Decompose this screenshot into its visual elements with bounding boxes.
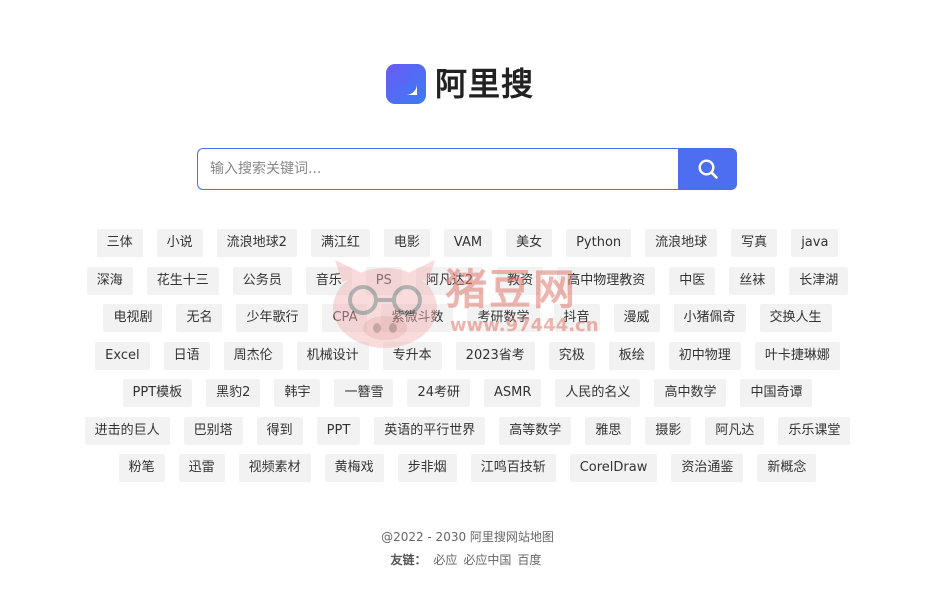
hot-tag[interactable]: 中医: [669, 266, 716, 295]
watermark-text: 猪豆网: [445, 265, 578, 314]
hot-tag[interactable]: 板绘: [608, 341, 655, 370]
hot-tag[interactable]: 小说: [156, 229, 203, 257]
hot-tag[interactable]: 少年歌行: [236, 304, 309, 332]
hot-tag[interactable]: 高等数学: [499, 416, 572, 445]
footer: @2022 - 2030 阿里搜网站地图 友链： 必应 必应中国 百度: [0, 528, 935, 569]
hot-tag[interactable]: 花生十三: [146, 266, 219, 295]
watermark-url: www.97444.cn: [450, 315, 599, 336]
hot-tag[interactable]: 公务员: [232, 266, 292, 295]
logo[interactable]: 阿里搜: [386, 64, 534, 104]
hot-tag[interactable]: 韩宇: [274, 379, 321, 407]
search-input[interactable]: [197, 148, 678, 190]
hot-tag[interactable]: 专升本: [382, 341, 442, 370]
hot-tag[interactable]: 小猪佩奇: [673, 304, 746, 332]
hot-tag[interactable]: 得到: [256, 416, 303, 445]
hot-tag[interactable]: 迅雷: [178, 454, 225, 482]
hot-tag[interactable]: 三体: [96, 229, 143, 257]
tag-row: PPT模板 黑豹2 韩宇 一簪雪 24考研 ASMR 人民的名义 高中数学 中国奇谭: [55, 379, 880, 407]
hot-tag[interactable]: 叶卡捷琳娜: [754, 341, 840, 370]
hot-tag[interactable]: CPA: [322, 304, 368, 332]
hot-tag[interactable]: 雅思: [585, 416, 632, 445]
hot-tag[interactable]: 紫微斗数: [381, 304, 454, 332]
footer-link[interactable]: 必应: [433, 553, 457, 567]
tag-row: 进击的巨人 巴别塔 得到 PPT 英语的平行世界 高等数学 雅思 摄影 阿凡达 乐乐课堂: [55, 416, 880, 445]
hot-tag[interactable]: 江鸣百技斩: [470, 454, 556, 482]
hot-tag[interactable]: 英语的平行世界: [374, 416, 486, 445]
hot-tag[interactable]: 丝袜: [729, 266, 776, 295]
hot-tag[interactable]: 高中数学: [654, 379, 727, 407]
hot-tag[interactable]: ASMR: [484, 379, 542, 407]
hot-tag[interactable]: 交换人生: [759, 304, 832, 332]
logo-icon: [386, 64, 426, 104]
hot-tag[interactable]: 视频素材: [238, 454, 311, 482]
hot-tag[interactable]: 初中物理: [668, 341, 741, 370]
tag-row: 三体 小说 流浪地球2 满江红 电影 VAM 美女 Python 流浪地球 写真 java: [55, 229, 880, 257]
hot-tag[interactable]: 24考研: [407, 379, 471, 407]
footer-link[interactable]: 百度: [517, 553, 541, 567]
hot-tag[interactable]: 人民的名义: [555, 379, 641, 407]
hot-tag[interactable]: 音乐: [305, 266, 352, 295]
search-form: [197, 148, 737, 190]
footer-links: 友链： 必应 必应中国 百度: [0, 551, 935, 569]
hot-tag[interactable]: 一簪雪: [334, 379, 394, 407]
hot-tag[interactable]: 流浪地球2: [216, 229, 297, 257]
brand-name: 阿里搜: [435, 65, 535, 103]
hot-tag[interactable]: Excel: [95, 341, 150, 370]
hot-tag[interactable]: 进击的巨人: [84, 416, 170, 445]
hot-tag[interactable]: 美女: [506, 229, 553, 257]
hot-tag[interactable]: 周杰伦: [223, 341, 283, 370]
footer-copyright[interactable]: @2022 - 2030 阿里搜网站地图: [381, 530, 554, 544]
hot-tag[interactable]: 黑豹2: [206, 379, 261, 407]
hot-tag[interactable]: 漫威: [613, 304, 660, 332]
hot-tag[interactable]: 机械设计: [296, 341, 369, 370]
footer-links-label: 友链：: [390, 553, 427, 567]
hot-tag[interactable]: 阿凡达: [705, 416, 765, 445]
hot-tag[interactable]: 巴别塔: [183, 416, 243, 445]
hot-tag[interactable]: 电影: [383, 229, 430, 257]
hot-tag[interactable]: 写真: [731, 229, 778, 257]
hot-tag[interactable]: 黄梅戏: [324, 454, 384, 482]
hot-tag[interactable]: 无名: [176, 304, 223, 332]
hot-tag[interactable]: 长津湖: [789, 266, 849, 295]
search-button[interactable]: [678, 148, 737, 190]
tag-row: 粉笔 迅雷 视频素材 黄梅戏 步非烟 江鸣百技斩 CorelDraw 资治通鉴 新概念: [55, 454, 880, 482]
hot-tag[interactable]: PPT: [316, 416, 361, 445]
hot-tag[interactable]: 深海: [86, 266, 133, 295]
hot-tag[interactable]: 步非烟: [397, 454, 457, 482]
hot-tag[interactable]: VAM: [443, 229, 493, 257]
hot-tag[interactable]: 新概念: [757, 454, 817, 482]
footer-link[interactable]: 必应中国: [463, 553, 511, 567]
hot-tag[interactable]: 究极: [548, 341, 595, 370]
hot-tag[interactable]: java: [791, 229, 839, 257]
hot-tag[interactable]: 乐乐课堂: [778, 416, 851, 445]
hot-tag[interactable]: PPT模板: [122, 379, 193, 407]
hot-tag[interactable]: PS: [365, 266, 402, 295]
hot-tag[interactable]: 中国奇谭: [740, 379, 813, 407]
hot-tag[interactable]: 摄影: [645, 416, 692, 445]
hot-tag[interactable]: Python: [566, 229, 632, 257]
hot-tag[interactable]: CorelDraw: [569, 454, 658, 482]
hot-tag[interactable]: 2023省考: [455, 341, 535, 370]
search-icon: [697, 159, 718, 179]
hot-tag[interactable]: 满江红: [310, 229, 370, 257]
hot-tag[interactable]: 粉笔: [118, 454, 165, 482]
hot-tag[interactable]: 流浪地球: [645, 229, 718, 257]
hot-tag[interactable]: 资治通鉴: [671, 454, 744, 482]
hot-tag[interactable]: 日语: [163, 341, 210, 370]
tag-row: Excel 日语 周杰伦 机械设计 专升本 2023省考 究极 板绘 初中物理 叶卡捷琳娜: [55, 341, 880, 370]
hot-tag[interactable]: 电视剧: [103, 304, 163, 332]
